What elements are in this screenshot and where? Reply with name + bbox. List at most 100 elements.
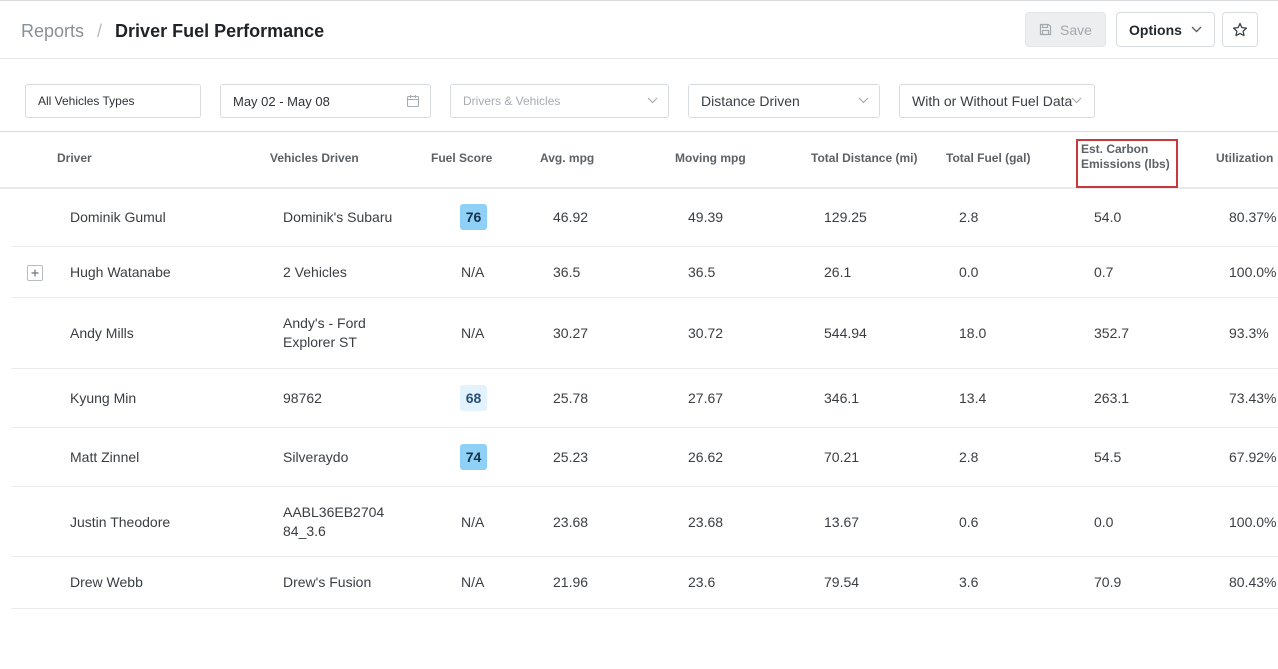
utilization: 67.92% [1229, 449, 1277, 465]
moving-mpg: 49.39 [688, 209, 724, 225]
options-button-label: Options [1129, 21, 1182, 38]
carbon-emissions: 54.0 [1094, 209, 1122, 225]
chevron-down-icon [858, 97, 869, 104]
moving-mpg: 23.68 [688, 514, 724, 530]
column-header-fuel-score[interactable]: Fuel Score [431, 151, 492, 165]
carbon-emissions: 263.1 [1094, 390, 1130, 406]
column-header-total-distance[interactable]: Total Distance (mi) [811, 151, 917, 165]
fuel-score-badge: 76 [460, 204, 487, 230]
driver-name[interactable]: Drew Webb [70, 574, 143, 590]
avg-mpg: 25.78 [553, 390, 589, 406]
moving-mpg: 26.62 [688, 449, 724, 465]
fuel-data-value: With or Without Fuel Data [912, 93, 1073, 109]
total-fuel: 0.0 [959, 264, 979, 280]
avg-mpg: 46.92 [553, 209, 589, 225]
metric-value: Distance Driven [701, 93, 800, 109]
total-fuel: 3.6 [959, 574, 979, 590]
date-range-picker[interactable]: May 02 - May 08 [220, 84, 431, 118]
vehicle-name[interactable]: 98762 [283, 390, 322, 406]
table-row[interactable]: Andy Mills Andy's - Ford Explorer ST N/A… [11, 298, 1278, 369]
floppy-disk-icon [1039, 23, 1052, 36]
drivers-vehicles-placeholder: Drivers & Vehicles [463, 94, 561, 108]
driver-name[interactable]: Kyung Min [70, 390, 136, 406]
vehicle-types-value: All Vehicles Types [38, 94, 135, 108]
vehicle-name[interactable]: Drew's Fusion [283, 574, 371, 590]
breadcrumb: Reports / Driver Fuel Performance [21, 21, 324, 42]
star-icon [1232, 22, 1248, 36]
column-header-utilization[interactable]: Utilization [1216, 151, 1273, 165]
expand-row-button[interactable] [27, 265, 43, 281]
table-row[interactable]: Kyung Min 98762 68 25.78 27.67 346.1 13.… [11, 369, 1278, 428]
driver-name[interactable]: Dominik Gumul [70, 209, 166, 225]
column-header-moving-mpg[interactable]: Moving mpg [675, 151, 746, 165]
avg-mpg: 23.68 [553, 514, 589, 530]
plus-icon [31, 269, 39, 277]
total-distance: 544.94 [824, 325, 867, 341]
driver-name[interactable]: Justin Theodore [70, 514, 170, 530]
chevron-down-icon [1071, 97, 1082, 104]
table-row[interactable]: Hugh Watanabe 2 Vehicles N/A 36.5 36.5 2… [11, 247, 1278, 298]
fuel-data-select[interactable]: With or Without Fuel Data [899, 84, 1095, 118]
breadcrumb-separator: / [97, 21, 103, 41]
total-distance: 70.21 [824, 449, 860, 465]
driver-name[interactable]: Matt Zinnel [70, 449, 139, 465]
carbon-emissions: 70.9 [1094, 574, 1122, 590]
fuel-score-badge: 74 [460, 444, 487, 470]
column-header-vehicles[interactable]: Vehicles Driven [270, 151, 359, 165]
avg-mpg: 25.23 [553, 449, 589, 465]
moving-mpg: 30.72 [688, 325, 724, 341]
avg-mpg: 30.27 [553, 325, 589, 341]
carbon-emissions: 0.7 [1094, 264, 1114, 280]
moving-mpg: 23.6 [688, 574, 716, 590]
options-dropdown-button[interactable]: Options [1116, 12, 1215, 47]
save-button-label: Save [1060, 21, 1092, 38]
vehicle-name[interactable]: Silveraydo [283, 449, 348, 465]
vehicle-name[interactable]: Dominik's Subaru [283, 209, 392, 225]
save-button[interactable]: Save [1025, 12, 1106, 47]
breadcrumb-reports-link[interactable]: Reports [21, 21, 84, 42]
carbon-emissions: 0.0 [1094, 514, 1114, 530]
column-header-total-fuel[interactable]: Total Fuel (gal) [946, 151, 1030, 165]
utilization: 100.0% [1229, 264, 1277, 280]
column-header-driver[interactable]: Driver [57, 151, 92, 165]
fuel-score: N/A [461, 264, 485, 280]
total-distance: 79.54 [824, 574, 860, 590]
vehicle-name[interactable]: Andy's - Ford Explorer ST [283, 314, 383, 352]
calendar-icon [406, 95, 420, 108]
fuel-score: N/A [461, 325, 485, 341]
table-row[interactable]: Drew Webb Drew's Fusion N/A 21.96 23.6 7… [11, 557, 1278, 609]
avg-mpg: 21.96 [553, 574, 589, 590]
total-fuel: 2.8 [959, 209, 979, 225]
total-fuel: 2.8 [959, 449, 979, 465]
table-header: Driver Vehicles Driven Fuel Score Avg. m… [0, 131, 1278, 189]
utilization: 80.43% [1229, 574, 1277, 590]
carbon-emissions: 54.5 [1094, 449, 1122, 465]
moving-mpg: 36.5 [688, 264, 716, 280]
total-fuel: 18.0 [959, 325, 987, 341]
vehicle-types-filter[interactable]: All Vehicles Types [25, 84, 201, 118]
column-header-avg-mpg[interactable]: Avg. mpg [540, 151, 594, 165]
moving-mpg: 27.67 [688, 390, 724, 406]
total-distance: 13.67 [824, 514, 860, 530]
driver-name[interactable]: Andy Mills [70, 325, 134, 341]
utilization: 80.37% [1229, 209, 1277, 225]
utilization: 100.0% [1229, 514, 1277, 530]
driver-name[interactable]: Hugh Watanabe [70, 264, 171, 280]
total-distance: 129.25 [824, 209, 867, 225]
vehicle-name[interactable]: AABL36EB270484_3.6 [283, 503, 391, 541]
favorite-button[interactable] [1222, 12, 1258, 47]
utilization: 93.3% [1229, 325, 1269, 341]
fuel-score-badge: 68 [460, 385, 487, 411]
total-distance: 26.1 [824, 264, 852, 280]
date-range-value: May 02 - May 08 [233, 93, 330, 109]
drivers-vehicles-select[interactable]: Drivers & Vehicles [450, 84, 669, 118]
fuel-score: N/A [461, 574, 485, 590]
total-fuel: 13.4 [959, 390, 987, 406]
table-row[interactable]: Justin Theodore AABL36EB270484_3.6 N/A 2… [11, 487, 1278, 557]
page-header: Reports / Driver Fuel Performance Save O… [0, 1, 1278, 59]
table-row[interactable]: Matt Zinnel Silveraydo 74 25.23 26.62 70… [11, 428, 1278, 487]
vehicle-name[interactable]: 2 Vehicles [283, 264, 347, 280]
total-distance: 346.1 [824, 390, 860, 406]
metric-select[interactable]: Distance Driven [688, 84, 880, 118]
table-row[interactable]: Dominik Gumul Dominik's Subaru 76 46.92 … [11, 189, 1278, 247]
